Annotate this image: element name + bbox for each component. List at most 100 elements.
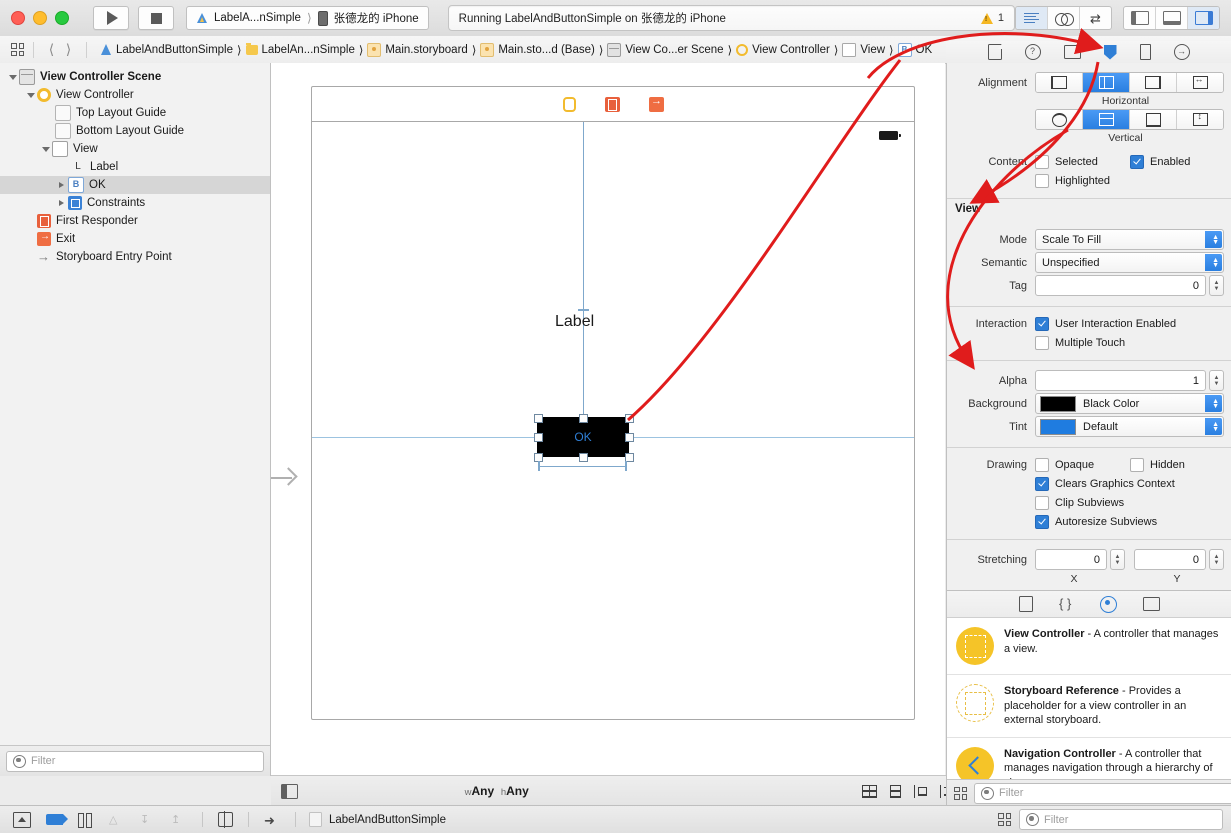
outline-row-view[interactable]: View — [0, 140, 270, 158]
step-into-icon[interactable]: ↧ — [140, 813, 156, 827]
tag-stepper[interactable]: ▲▼ — [1209, 275, 1224, 296]
document-outline-toggle-icon[interactable] — [281, 784, 298, 799]
assistant-editor-button[interactable] — [1048, 7, 1080, 29]
code-snippet-icon[interactable]: { } — [1059, 597, 1074, 612]
opaque-checkbox[interactable] — [1035, 458, 1049, 472]
zoom-window-button[interactable] — [55, 11, 69, 25]
align-icon[interactable] — [862, 785, 877, 798]
content-selected-checkbox-wrap[interactable]: Selected — [1035, 155, 1130, 169]
pin-icon[interactable] — [888, 785, 903, 798]
user-interaction-checkbox-wrap[interactable]: User Interaction Enabled — [1035, 317, 1176, 331]
breadcrumb-item-storyboard-base[interactable]: Main.sto...d (Base) — [476, 43, 599, 57]
library-panel[interactable]: { } View Controller - A controller that … — [946, 590, 1231, 806]
standard-editor-button[interactable] — [1016, 7, 1048, 29]
selection-handle-ml[interactable] — [534, 433, 543, 442]
toggle-utilities-button[interactable] — [1188, 7, 1219, 29]
resolve-issues-icon[interactable] — [914, 785, 929, 798]
list-item[interactable]: View Controller - A controller that mana… — [947, 618, 1231, 675]
breadcrumb-item-scene[interactable]: View Co...er Scene — [603, 43, 727, 57]
outline-row-top-layout-guide[interactable]: Top Layout Guide — [0, 104, 270, 122]
label-widget[interactable]: Label — [555, 313, 594, 331]
outline-row-view-controller-scene[interactable]: View Controller Scene — [0, 68, 270, 86]
align-left-button[interactable] — [1036, 73, 1083, 92]
user-interaction-enabled-checkbox[interactable] — [1035, 317, 1049, 331]
mode-popup[interactable]: Scale To Fill ▲▼ — [1035, 229, 1224, 250]
interface-builder-canvas[interactable]: Label OK — [271, 63, 945, 776]
selection-handle-mr[interactable] — [625, 433, 634, 442]
disclosure-triangle-icon[interactable] — [55, 182, 68, 188]
outline-row-constraints[interactable]: Constraints — [0, 194, 270, 212]
selection-handle-bm[interactable] — [579, 453, 588, 462]
document-outline[interactable]: View Controller Scene View Controller To… — [0, 63, 271, 776]
minimize-window-button[interactable] — [33, 11, 47, 25]
selection-handle-tr[interactable] — [625, 414, 634, 423]
enabled-checkbox[interactable] — [1130, 155, 1144, 169]
breadcrumb-item-project[interactable]: LabelAndButtonSimple — [96, 44, 237, 56]
align-fill-horizontal-button[interactable] — [1177, 73, 1223, 92]
step-over-icon[interactable]: △ — [109, 813, 125, 827]
run-button[interactable] — [93, 6, 129, 30]
align-center-button[interactable] — [1083, 73, 1130, 92]
related-items-icon[interactable] — [11, 43, 24, 56]
alpha-stepper[interactable]: ▲▼ — [1209, 370, 1224, 391]
clip-subviews-wrap[interactable]: Clip Subviews — [1035, 496, 1124, 510]
tag-icon[interactable] — [46, 814, 63, 825]
editor-mode-segmented[interactable]: ⇄ — [1015, 6, 1112, 30]
selected-checkbox[interactable] — [1035, 155, 1049, 169]
tint-color-popup[interactable]: Default ▲▼ — [1035, 416, 1224, 437]
selection-handle-tl[interactable] — [534, 414, 543, 423]
multiple-touch-checkbox-wrap[interactable]: Multiple Touch — [1035, 336, 1125, 350]
align-top-button[interactable] — [1036, 110, 1083, 129]
disclosure-triangle-icon[interactable] — [24, 93, 37, 98]
version-editor-button[interactable]: ⇄ — [1080, 7, 1111, 29]
view-toggle-segmented[interactable] — [1123, 6, 1220, 30]
identity-inspector-icon[interactable] — [1064, 45, 1081, 59]
align-right-button[interactable] — [1130, 73, 1177, 92]
disclosure-triangle-icon[interactable] — [39, 147, 52, 152]
breakpoints-icon[interactable] — [13, 812, 31, 828]
navigator-filter-field[interactable]: Filter — [6, 751, 264, 772]
disclosure-triangle-icon[interactable] — [55, 200, 68, 206]
alpha-field[interactable]: 1 — [1035, 370, 1206, 391]
list-item[interactable]: Storyboard Reference - Provides a placeh… — [947, 675, 1231, 738]
library-layout-toggle-icon[interactable] — [954, 787, 967, 800]
outline-row-exit[interactable]: Exit — [0, 230, 270, 248]
selection-handle-tm[interactable] — [579, 414, 588, 423]
outline-row-view-controller[interactable]: View Controller — [0, 86, 270, 104]
stretching-y-field[interactable]: 0 — [1134, 549, 1206, 570]
view-hierarchy-icon[interactable] — [218, 812, 233, 827]
ok-button-widget[interactable]: OK — [537, 417, 629, 457]
list-item[interactable]: Navigation Controller - A controller tha… — [947, 738, 1231, 781]
outline-row-storyboard-entry-point[interactable]: → Storyboard Entry Point — [0, 248, 270, 266]
breadcrumb-item-group[interactable]: LabelAn...nSimple — [242, 44, 359, 56]
disclosure-triangle-icon[interactable] — [6, 75, 19, 80]
content-highlighted-checkbox-wrap[interactable]: Highlighted — [1035, 174, 1110, 188]
file-inspector-icon[interactable] — [988, 44, 1002, 60]
stretching-x-field[interactable]: 0 — [1035, 549, 1107, 570]
hidden-checkbox-wrap[interactable]: Hidden — [1130, 458, 1185, 472]
breadcrumb-item-storyboard[interactable]: Main.storyboard — [363, 43, 471, 57]
step-out-icon[interactable]: ↥ — [171, 813, 187, 827]
media-library-icon[interactable] — [1143, 597, 1160, 611]
go-back-button[interactable]: ⟨ — [43, 41, 60, 58]
outline-row-bottom-layout-guide[interactable]: Bottom Layout Guide — [0, 122, 270, 140]
stretching-x-stepper[interactable]: ▲▼ — [1110, 549, 1125, 570]
size-class-indicator[interactable]: wAny hAny — [465, 784, 529, 798]
tag-field[interactable]: 0 — [1035, 275, 1206, 296]
location-icon[interactable]: ➜ — [264, 813, 280, 827]
object-library-icon[interactable] — [1100, 596, 1117, 613]
library-filter-field[interactable]: Filter — [974, 783, 1231, 804]
autoresize-subviews-checkbox[interactable] — [1035, 515, 1049, 529]
exit-icon[interactable] — [649, 97, 664, 112]
debug-process-item[interactable]: LabelAndButtonSimple — [309, 812, 446, 827]
toggle-debug-area-button[interactable] — [1156, 7, 1188, 29]
breadcrumb-item-button[interactable]: B OK — [894, 43, 937, 57]
highlighted-checkbox[interactable] — [1035, 174, 1049, 188]
outline-row-first-responder[interactable]: First Responder — [0, 212, 270, 230]
semantic-popup[interactable]: Unspecified ▲▼ — [1035, 252, 1224, 273]
align-fill-vertical-button[interactable] — [1177, 110, 1223, 129]
breadcrumb-item-view[interactable]: View — [838, 43, 889, 57]
go-forward-button[interactable]: ⟩ — [60, 41, 77, 58]
hidden-checkbox[interactable] — [1130, 458, 1144, 472]
vertical-alignment-segmented[interactable] — [1035, 109, 1224, 130]
